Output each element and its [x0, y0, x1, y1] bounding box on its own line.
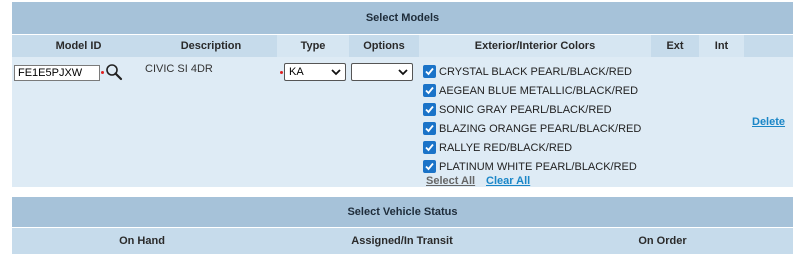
- select-models-title: Select Models: [12, 2, 793, 35]
- col-description: Description: [180, 40, 242, 52]
- col-options: Options: [363, 40, 405, 52]
- col-assigned-in-transit: Assigned/In Transit: [351, 235, 453, 247]
- color-checkbox[interactable]: [423, 84, 436, 97]
- status-table-header: On Hand Assigned/In Transit On Order: [12, 228, 793, 254]
- model-id-input[interactable]: [14, 65, 100, 81]
- color-checkbox[interactable]: [423, 103, 436, 116]
- color-label: RALLYE RED/BLACK/RED: [439, 142, 573, 154]
- delete-link[interactable]: Delete: [752, 116, 785, 128]
- col-on-hand: On Hand: [119, 235, 165, 247]
- color-label: AEGEAN BLUE METALLIC/BLACK/RED: [439, 85, 639, 97]
- col-int: Int: [699, 35, 744, 57]
- model-row: CIVIC SI 4DR KA CRYSTAL BLACK PEARL/BLAC…: [12, 57, 793, 187]
- model-description: CIVIC SI 4DR: [145, 63, 213, 75]
- col-type: Type: [277, 35, 349, 57]
- color-label: SONIC GRAY PEARL/BLACK/RED: [439, 104, 612, 116]
- color-label: CRYSTAL BLACK PEARL/BLACK/RED: [439, 66, 632, 78]
- color-checkbox[interactable]: [423, 160, 436, 173]
- col-actions: [744, 35, 793, 57]
- color-label: BLAZING ORANGE PEARL/BLACK/RED: [439, 123, 642, 135]
- color-checkbox[interactable]: [423, 122, 436, 135]
- vehicle-status-panel: Select Vehicle Status On Hand Assigned/I…: [12, 197, 793, 254]
- col-ext: Ext: [666, 40, 684, 52]
- color-checkbox[interactable]: [423, 65, 436, 78]
- col-colors: Exterior/Interior Colors: [419, 35, 651, 57]
- type-select-value: KA: [289, 66, 304, 78]
- col-on-order: On Order: [638, 235, 687, 247]
- color-label: PLATINUM WHITE PEARL/BLACK/RED: [439, 161, 637, 173]
- type-select[interactable]: KA: [284, 63, 346, 81]
- chevron-down-icon: [398, 69, 408, 76]
- search-icon[interactable]: [105, 63, 123, 81]
- type-required-marker: [280, 71, 283, 74]
- models-table-header: Model ID Description Type Options Exteri…: [12, 35, 793, 57]
- chevron-down-icon: [331, 69, 341, 76]
- clear-all-link[interactable]: Clear All: [486, 175, 530, 187]
- options-select[interactable]: [351, 63, 413, 81]
- select-models-panel: Select Models Model ID Description Type …: [12, 2, 793, 187]
- vehicle-status-title: Select Vehicle Status: [12, 197, 793, 228]
- required-marker: [101, 71, 104, 74]
- select-all-link[interactable]: Select All: [426, 175, 475, 187]
- col-model-id: Model ID: [55, 40, 102, 52]
- color-checkbox[interactable]: [423, 141, 436, 154]
